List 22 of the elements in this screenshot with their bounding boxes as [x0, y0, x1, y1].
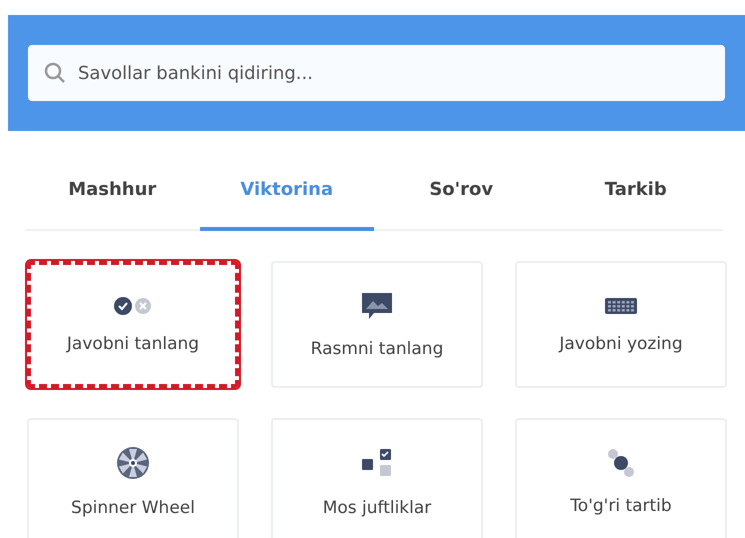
numbered-circles-icon — [606, 448, 636, 478]
question-type-card[interactable]: Rasmni tanlang — [271, 261, 483, 388]
card-label: To'g'ri tartib — [570, 496, 672, 516]
card-label: Rasmni tanlang — [310, 338, 444, 358]
question-type-card[interactable]: Spinner Wheel — [27, 418, 239, 538]
keyboard-icon — [604, 296, 638, 316]
question-type-card[interactable]: Javobni tanlang — [27, 261, 239, 388]
question-type-card[interactable]: Mos juftliklar — [271, 418, 483, 538]
wheel-icon — [116, 446, 150, 480]
search-field[interactable]: Savollar bankini qidiring... — [28, 45, 725, 101]
card-label: Javobni yozing — [559, 334, 683, 354]
card-label: Javobni tanlang — [66, 334, 200, 354]
question-type-card[interactable]: To'g'ri tartib — [515, 418, 727, 538]
tab[interactable]: Mashhur — [25, 151, 200, 231]
question-type-card[interactable]: Javobni yozing — [515, 261, 727, 388]
tab[interactable]: Tarkib — [548, 151, 723, 231]
tab[interactable]: So'rov — [374, 151, 548, 231]
card-label: Mos juftliklar — [322, 498, 432, 518]
card-label: Spinner Wheel — [71, 498, 195, 518]
image-icon — [360, 290, 394, 320]
search-icon — [44, 62, 66, 84]
check-and-cross-icon — [113, 296, 153, 316]
